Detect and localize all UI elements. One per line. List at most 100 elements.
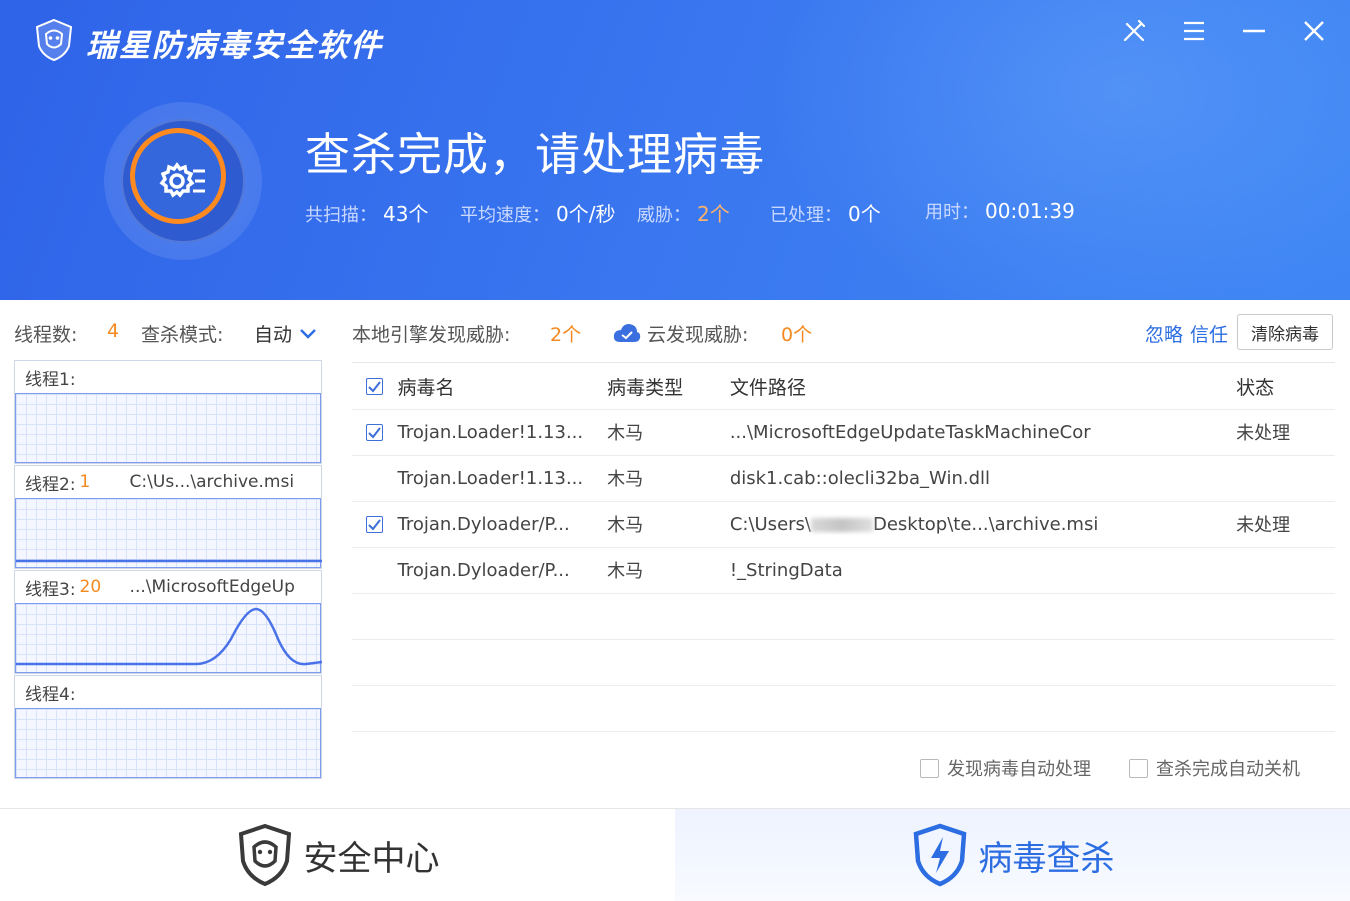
window-controls bbox=[1116, 16, 1332, 46]
row-checkbox[interactable] bbox=[366, 515, 384, 533]
close-button[interactable] bbox=[1296, 16, 1332, 46]
clean-virus-button[interactable]: 清除病毒 bbox=[1237, 314, 1333, 350]
auto-shutdown-option[interactable]: 查杀完成自动关机 bbox=[1129, 755, 1300, 781]
thread-label: 线程3: bbox=[25, 579, 76, 600]
app-title: 瑞星防病毒安全软件 bbox=[86, 28, 383, 64]
scan-status-ring bbox=[104, 102, 262, 260]
cloud-threats-label: 云发现威胁: bbox=[647, 324, 749, 346]
tab-security-label: 安全中心 bbox=[303, 838, 440, 879]
stat-handled-label: 已处理： bbox=[770, 205, 842, 226]
select-all-checkbox[interactable] bbox=[366, 377, 384, 395]
thread-activity-graph bbox=[15, 603, 322, 673]
table-row[interactable]: Trojan.Loader!1.13... 木马 ...\MicrosoftEd… bbox=[352, 409, 1335, 456]
auto-process-option[interactable]: 发现病毒自动处理 bbox=[920, 755, 1091, 781]
threat-type: 木马 bbox=[607, 515, 644, 536]
thread-count: 1 bbox=[79, 472, 91, 492]
trust-link[interactable]: 信任 bbox=[1190, 320, 1228, 347]
threat-status: 未处理 bbox=[1236, 515, 1291, 536]
scan-headline: 查杀完成，请处理病毒 bbox=[305, 128, 766, 181]
thread-path: C:\Us...\archive.msi bbox=[129, 472, 295, 492]
thread-panel-2: 线程2: 1 C:\Us...\archive.msi bbox=[14, 465, 322, 569]
local-threats-value: 2个 bbox=[550, 324, 582, 346]
thread-count: 20 bbox=[79, 577, 102, 597]
table-row[interactable]: Trojan.Dyloader/P... 木马 !_StringData bbox=[352, 547, 1335, 594]
thread-activity-line bbox=[16, 607, 322, 666]
auto-process-checkbox[interactable] bbox=[920, 758, 939, 778]
stat-duration-label: 用时： bbox=[925, 202, 979, 223]
thread-header: 线程3: 20 ...\MicrosoftEdgeUp bbox=[15, 571, 321, 604]
thread-panel-3: 线程3: 20 ...\MicrosoftEdgeUp bbox=[14, 570, 322, 674]
close-icon bbox=[1304, 21, 1324, 41]
threat-name: Trojan.Dyloader/P... bbox=[397, 559, 570, 581]
stat-handled: 已处理： 0个 bbox=[770, 198, 925, 227]
table-row[interactable]: Trojan.Dyloader/P... 木马 C:\Users\ Desktop… bbox=[352, 501, 1335, 548]
tab-virus-scan[interactable]: 病毒查杀 bbox=[675, 809, 1350, 901]
threat-path: disk1.cab::olecli32ba_Win.dll bbox=[729, 467, 991, 489]
scan-status-orange-ring bbox=[130, 128, 226, 224]
table-header: 病毒名 病毒类型 文件路径 状态 bbox=[352, 363, 1335, 410]
auto-shutdown-checkbox[interactable] bbox=[1129, 758, 1148, 778]
check-icon bbox=[368, 380, 382, 393]
lion-shield-icon bbox=[238, 823, 291, 887]
column-header-status[interactable]: 状态 bbox=[1230, 373, 1335, 400]
stat-speed-label: 平均速度： bbox=[460, 205, 550, 226]
local-threats-label: 本地引擎发现威胁: bbox=[352, 324, 511, 346]
auto-shutdown-label: 查杀完成自动关机 bbox=[1156, 759, 1300, 780]
thread-label: 线程4: bbox=[25, 684, 76, 705]
threads-count-label: 线程数: bbox=[14, 324, 78, 346]
thread-activity-line bbox=[16, 559, 322, 563]
scan-mode-dropdown[interactable]: 自动 bbox=[254, 320, 318, 347]
minimize-button[interactable] bbox=[1236, 16, 1272, 46]
scan-status-inner bbox=[121, 119, 245, 243]
stat-duration-value: 00:01:39 bbox=[985, 199, 1075, 223]
tools-button[interactable] bbox=[1116, 16, 1152, 46]
cloud-threats-value: 0个 bbox=[781, 324, 813, 346]
empty-row bbox=[352, 593, 1335, 640]
scan-mode-label: 查杀模式: bbox=[141, 324, 224, 346]
check-icon bbox=[368, 518, 382, 531]
threat-name: Trojan.Dyloader/P... bbox=[397, 513, 570, 535]
thread-panel-4: 线程4: bbox=[14, 675, 322, 779]
bottom-nav: 安全中心 病毒查杀 bbox=[0, 808, 1350, 901]
thread-activity-graph bbox=[15, 708, 321, 778]
stat-speed-value: 0个/秒 bbox=[556, 202, 616, 226]
table-row[interactable]: Trojan.Loader!1.13... 木马 disk1.cab::olec… bbox=[352, 455, 1335, 502]
ignore-link[interactable]: 忽略 bbox=[1145, 320, 1183, 347]
thread-activity-graph bbox=[15, 498, 322, 568]
auto-process-label: 发现病毒自动处理 bbox=[947, 759, 1091, 780]
thread-activity-graph bbox=[15, 393, 321, 463]
tab-security-center[interactable]: 安全中心 bbox=[0, 809, 675, 901]
threads-count-value: 4 bbox=[107, 320, 120, 342]
tools-icon bbox=[1123, 19, 1146, 42]
lightning-shield-icon bbox=[913, 823, 966, 887]
redacted-username bbox=[810, 517, 873, 532]
scan-stats: 共扫描： 43个 平均速度： 0个/秒 威胁： 2个 已处理： 0个 用时： 0… bbox=[305, 198, 1075, 227]
threat-type: 木马 bbox=[607, 469, 644, 490]
scan-mode-value: 自动 bbox=[254, 324, 293, 346]
threat-path: ...\MicrosoftEdgeUpdateTaskMachineCor bbox=[729, 421, 1091, 443]
column-header-name[interactable]: 病毒名 bbox=[397, 373, 603, 400]
thread-label: 线程1: bbox=[25, 369, 76, 390]
thread-label: 线程2: bbox=[25, 474, 76, 495]
stat-scanned: 共扫描： 43个 bbox=[305, 198, 460, 227]
empty-row bbox=[352, 639, 1335, 686]
threat-path-suffix: Desktop\te...\archive.msi bbox=[872, 513, 1099, 535]
thread-header: 线程4: bbox=[15, 676, 321, 709]
threat-name: Trojan.Loader!1.13... bbox=[397, 421, 584, 443]
threat-status: 未处理 bbox=[1236, 423, 1291, 444]
empty-row bbox=[352, 685, 1335, 732]
stat-threats-label: 威胁： bbox=[637, 205, 691, 226]
column-header-path[interactable]: 文件路径 bbox=[724, 373, 1230, 400]
stat-duration: 用时： 00:01:39 bbox=[925, 198, 1075, 227]
stat-threats-value: 2个 bbox=[697, 202, 730, 226]
thread-path: ...\MicrosoftEdgeUp bbox=[129, 577, 295, 597]
threat-path: !_StringData bbox=[729, 559, 843, 581]
column-header-type[interactable]: 病毒类型 bbox=[603, 373, 724, 400]
menu-button[interactable] bbox=[1176, 16, 1212, 46]
row-checkbox[interactable] bbox=[366, 423, 384, 441]
header: 瑞星防病毒安全软件 查杀完成，请处理病毒 共扫描： 43个 平均速度： 0个/秒… bbox=[0, 0, 1350, 300]
rising-lion-logo-icon bbox=[35, 18, 73, 62]
threat-type: 木马 bbox=[607, 423, 644, 444]
threat-table: 病毒名 病毒类型 文件路径 状态 Trojan.Loader!1.13... 木… bbox=[352, 362, 1335, 734]
stat-scanned-label: 共扫描： bbox=[305, 205, 377, 226]
